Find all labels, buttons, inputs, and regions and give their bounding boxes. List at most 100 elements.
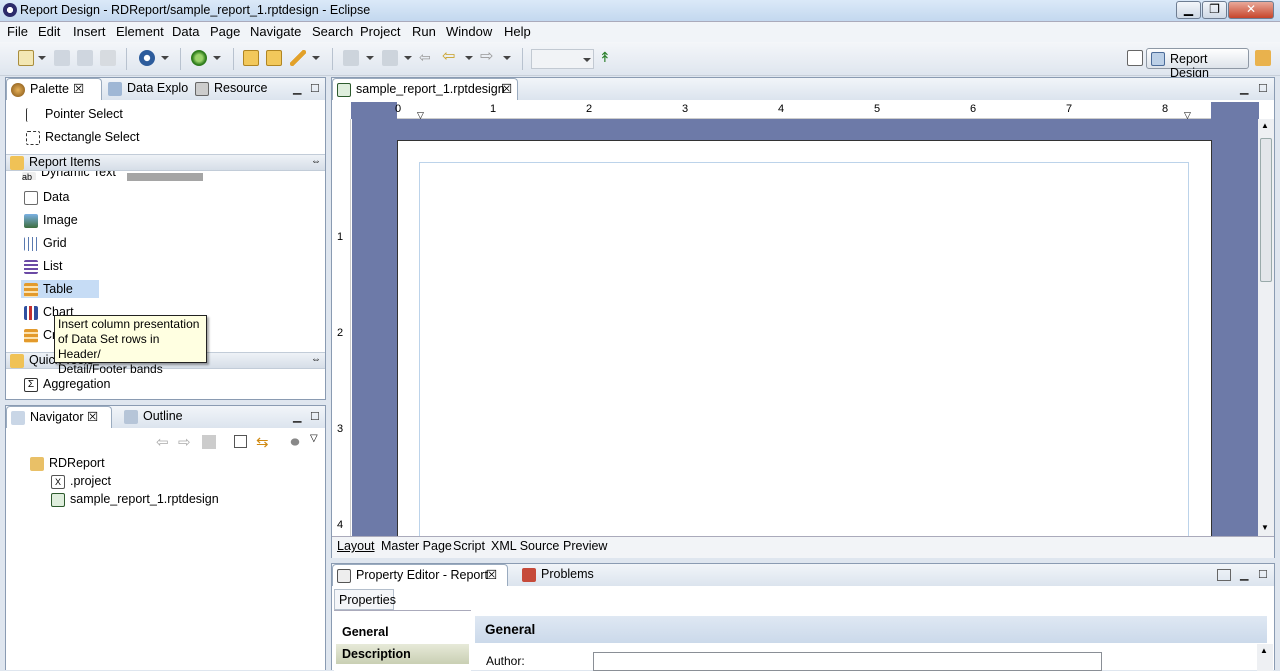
- forward-icon[interactable]: ⇨: [480, 49, 496, 66]
- palette-item-grid[interactable]: Grid: [24, 236, 67, 251]
- maximize-icon[interactable]: ☐: [1258, 82, 1268, 95]
- menu-search[interactable]: Search: [312, 24, 353, 39]
- menu-help[interactable]: Help: [504, 24, 531, 39]
- rectangle-select-tool[interactable]: Rectangle Select: [26, 130, 140, 145]
- vertical-scrollbar[interactable]: ▲ ▼: [1258, 119, 1274, 536]
- scroll-up-handle[interactable]: [127, 173, 203, 181]
- close-icon[interactable]: ☒: [501, 79, 512, 99]
- close-icon[interactable]: ☒: [87, 407, 98, 427]
- last-edit-icon[interactable]: ⇦: [419, 50, 435, 66]
- prev-annotation-icon[interactable]: [382, 50, 398, 66]
- new-icon[interactable]: [18, 50, 34, 66]
- collapse-icon[interactable]: ⇔: [311, 156, 321, 167]
- tree-item-file[interactable]: X .project: [51, 474, 111, 489]
- palette-item-table[interactable]: Table: [24, 282, 73, 297]
- outline-icon: [124, 409, 138, 424]
- back-icon[interactable]: ⇦: [442, 49, 458, 66]
- folder-open-icon: [10, 353, 24, 368]
- tab-problems[interactable]: Problems: [522, 564, 594, 586]
- menu-edit[interactable]: Edit: [38, 24, 60, 39]
- palette-item-dynamic-text[interactable]: ab Dynamic Text: [22, 171, 116, 180]
- tab-resource[interactable]: Resource: [195, 78, 268, 100]
- minimize-icon[interactable]: ▁: [293, 82, 301, 95]
- edit-pen-icon[interactable]: [290, 50, 306, 66]
- palette-item-crosstab[interactable]: Cr: [24, 328, 56, 343]
- print-icon[interactable]: [100, 50, 116, 66]
- tab-script[interactable]: Script: [453, 539, 485, 553]
- tab-layout[interactable]: Layout: [337, 539, 375, 553]
- section-header-general: General: [475, 616, 1267, 643]
- tab-palette[interactable]: Palette ☒: [6, 78, 102, 100]
- run-icon[interactable]: [191, 50, 207, 66]
- close-icon[interactable]: ☒: [73, 79, 84, 99]
- open-perspective-icon[interactable]: [1127, 50, 1143, 66]
- tab-editor-file[interactable]: sample_report_1.rptdesign ☒: [332, 78, 518, 100]
- data-explorer-icon: [108, 81, 122, 96]
- body-area[interactable]: [419, 162, 1189, 536]
- side-item-general[interactable]: General: [336, 622, 469, 642]
- collapse-all-icon[interactable]: [234, 435, 247, 448]
- open-file-icon[interactable]: [266, 50, 282, 66]
- tree-item-project[interactable]: RDReport: [30, 456, 105, 471]
- maximize-icon[interactable]: ☐: [1258, 568, 1268, 581]
- view-report-icon[interactable]: [139, 50, 155, 66]
- minimize-icon[interactable]: ▁: [1240, 568, 1248, 581]
- maximize-icon[interactable]: ☐: [310, 410, 320, 423]
- tab-xml-source[interactable]: XML Source: [491, 539, 559, 553]
- menu-run[interactable]: Run: [412, 24, 436, 39]
- report-page[interactable]: [397, 140, 1212, 536]
- minimize-icon[interactable]: ▁: [1240, 82, 1248, 95]
- maximize-button[interactable]: ❐: [1202, 1, 1227, 19]
- up-icon[interactable]: [202, 435, 216, 449]
- menu-file[interactable]: File: [7, 24, 28, 39]
- minimize-icon[interactable]: ▁: [293, 410, 301, 423]
- perspective-report-design[interactable]: Report Design: [1146, 48, 1249, 80]
- properties-scrollbar[interactable]: ▲: [1257, 644, 1273, 671]
- close-button[interactable]: ✕: [1228, 1, 1274, 19]
- palette-item-list[interactable]: List: [24, 259, 62, 274]
- palette-item-aggregation[interactable]: Σ Aggregation: [24, 377, 110, 392]
- back-arrow-icon[interactable]: ⇦: [156, 433, 169, 451]
- editor-bottom-tabs: Layout Master Page Script XML Source Pre…: [332, 536, 1274, 558]
- layout-canvas[interactable]: [352, 119, 1258, 536]
- main-toolbar: ⇦ ⇦ ⇨ ↟ Report Design: [0, 42, 1280, 80]
- author-input[interactable]: [593, 652, 1102, 671]
- properties-tab[interactable]: Properties: [334, 589, 396, 610]
- report-items-drawer[interactable]: Report Items ⇔: [6, 154, 325, 171]
- java-perspective-icon[interactable]: [1255, 50, 1271, 66]
- console-icon[interactable]: [1217, 569, 1231, 581]
- open-folder-icon[interactable]: [243, 50, 259, 66]
- palette-icon: [11, 82, 25, 97]
- minimize-button[interactable]: ▁: [1176, 1, 1201, 19]
- save-icon[interactable]: [54, 50, 70, 66]
- close-icon[interactable]: ☒: [486, 565, 497, 585]
- menu-element[interactable]: Element: [116, 24, 164, 39]
- menu-insert[interactable]: Insert: [73, 24, 106, 39]
- next-annotation-icon[interactable]: [343, 50, 359, 66]
- tab-master-page[interactable]: Master Page: [381, 539, 452, 553]
- save-all-icon[interactable]: [77, 50, 93, 66]
- pointer-select-tool[interactable]: Pointer Select: [26, 107, 123, 122]
- crosstab-icon: [24, 328, 38, 343]
- view-menu-icon[interactable]: ▽: [310, 433, 318, 444]
- tab-preview[interactable]: Preview: [563, 539, 607, 553]
- tab-outline[interactable]: Outline: [124, 406, 183, 428]
- menu-navigate[interactable]: Navigate: [250, 24, 301, 39]
- palette-item-image[interactable]: Image: [24, 213, 78, 228]
- menu-data[interactable]: Data: [172, 24, 199, 39]
- maximize-icon[interactable]: ☐: [310, 82, 320, 95]
- menu-page[interactable]: Page: [210, 24, 240, 39]
- menu-project[interactable]: Project: [360, 24, 400, 39]
- palette-item-data[interactable]: Data: [24, 190, 69, 205]
- filters-icon[interactable]: [288, 436, 302, 448]
- link-editor-icon[interactable]: ⇆: [256, 433, 269, 451]
- side-item-description[interactable]: Description: [336, 644, 469, 664]
- pin-icon[interactable]: ↟: [599, 50, 615, 66]
- forward-arrow-icon[interactable]: ⇨: [178, 433, 191, 451]
- tab-property-editor[interactable]: Property Editor - Report ☒: [332, 564, 508, 586]
- tree-item-file[interactable]: sample_report_1.rptdesign: [51, 492, 219, 507]
- menu-window[interactable]: Window: [446, 24, 492, 39]
- collapse-icon[interactable]: ⇔: [311, 354, 321, 365]
- tab-data-explorer[interactable]: Data Explo: [108, 78, 188, 100]
- tab-navigator[interactable]: Navigator ☒: [6, 406, 112, 428]
